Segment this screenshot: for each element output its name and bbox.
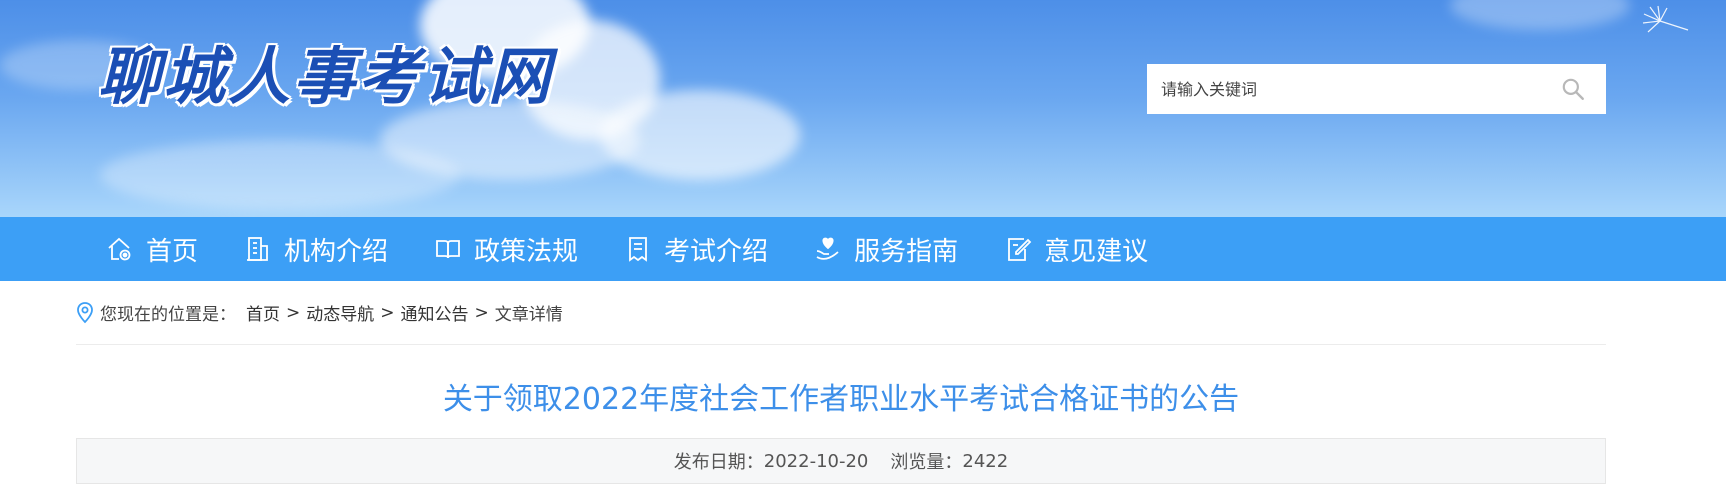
nav-item-about[interactable]: 机构介绍 xyxy=(244,231,388,268)
breadcrumb-item-home[interactable]: 首页 xyxy=(246,300,280,325)
header-banner: 聊城人事考试网 xyxy=(0,0,1726,217)
nav-item-home[interactable]: 首页 xyxy=(106,231,198,268)
divider xyxy=(76,344,1606,345)
search-box xyxy=(1147,64,1606,114)
nav-item-policy[interactable]: 政策法规 xyxy=(434,231,578,268)
dandelion-icon xyxy=(1642,5,1689,33)
breadcrumb-prefix: 您现在的位置是： xyxy=(100,305,236,325)
nav-item-label: 考试介绍 xyxy=(664,236,769,267)
article-title: 关于领取2022年度社会工作者职业水平考试合格证书的公告 xyxy=(442,382,1240,417)
nav-item-feedback[interactable]: 意见建议 xyxy=(1004,231,1148,268)
view-count: 2422 xyxy=(962,450,1009,472)
breadcrumb: 您现在的位置是： 首页 > 动态导航 > 通知公告 > 文章详情 xyxy=(76,300,563,325)
breadcrumb-item-current: 文章详情 xyxy=(494,305,563,325)
breadcrumb-item-notices[interactable]: 通知公告 xyxy=(401,300,469,325)
nav-item-label: 首页 xyxy=(146,236,199,267)
hand-heart-icon xyxy=(816,237,839,260)
breadcrumb-separator: > xyxy=(286,302,301,323)
breadcrumb-separator: > xyxy=(474,302,489,323)
location-pin-icon xyxy=(77,301,93,323)
nav-item-label: 意见建议 xyxy=(1044,236,1149,267)
search-icon[interactable] xyxy=(1560,76,1586,102)
article-meta: 发布日期： 2022-10-20 浏览量： 2422 xyxy=(76,438,1606,484)
building-icon xyxy=(247,237,268,261)
book-icon xyxy=(436,240,460,259)
main-nav: 首页 机构介绍 政策法规 考试介绍 服务指南 意见建议 xyxy=(0,217,1726,281)
breadcrumb-item-nav[interactable]: 动态导航 xyxy=(306,300,374,325)
nav-item-exam[interactable]: 考试介绍 xyxy=(624,231,768,268)
edit-icon xyxy=(1008,238,1032,261)
nav-item-label: 服务指南 xyxy=(854,236,959,267)
publish-date-label: 发布日期： xyxy=(673,452,764,473)
nav-item-label: 政策法规 xyxy=(474,236,579,267)
nav-item-service[interactable]: 服务指南 xyxy=(814,231,958,268)
document-icon xyxy=(629,237,647,262)
cloud xyxy=(1450,0,1630,30)
search-input[interactable] xyxy=(1159,65,1560,113)
cloud xyxy=(100,140,460,210)
breadcrumb-separator: > xyxy=(380,302,395,323)
nav-item-label: 机构介绍 xyxy=(284,236,389,267)
home-icon xyxy=(108,237,131,261)
site-logo[interactable]: 聊城人事考试网 xyxy=(98,46,553,108)
publish-date: 2022-10-20 xyxy=(763,450,869,472)
view-count-label: 浏览量： xyxy=(890,452,963,473)
